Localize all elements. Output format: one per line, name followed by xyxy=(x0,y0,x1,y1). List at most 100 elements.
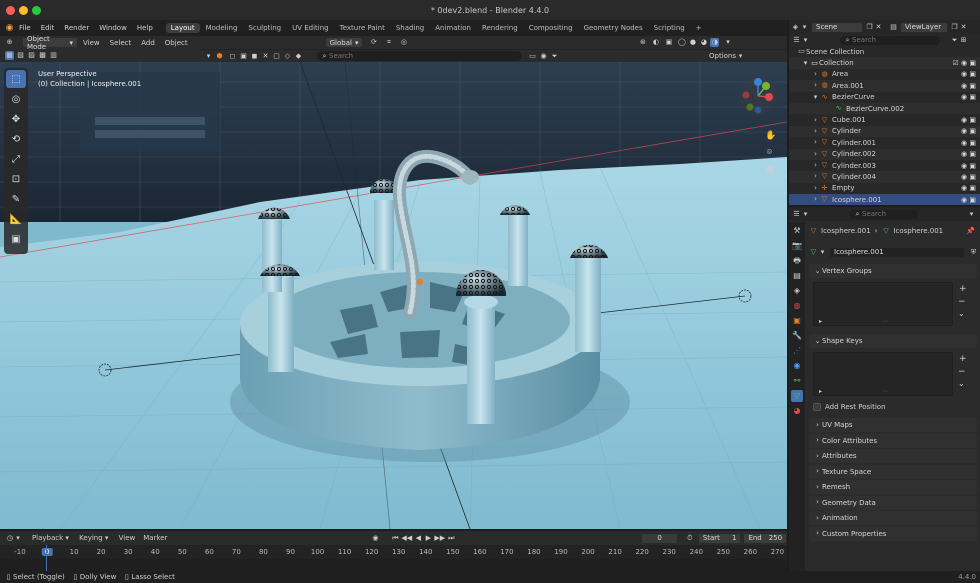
playback-menu[interactable]: Playback xyxy=(32,534,63,542)
expand-chevron-icon[interactable]: › xyxy=(811,127,820,136)
visibility-toggle-icon[interactable]: ◉ ▣ xyxy=(961,150,976,158)
pivot-icon[interactable]: ⟳ xyxy=(369,38,378,47)
perspective-grid-icon[interactable]: ▦ xyxy=(765,166,774,175)
mesh-icon[interactable]: ▣ xyxy=(239,52,248,61)
expand-chevron-icon[interactable]: › xyxy=(811,150,820,159)
cursor-tool-icon[interactable]: ◎ xyxy=(6,90,26,108)
record-icon[interactable]: ◉ xyxy=(371,534,379,543)
select-intersect-icon[interactable]: ▥ xyxy=(49,51,58,60)
visibility-toggle-icon[interactable]: ◉ ▣ xyxy=(961,116,976,124)
shape-keys-list[interactable]: ▸ ⋯ xyxy=(813,352,953,396)
filter-icon[interactable]: ⏷ xyxy=(550,52,559,61)
menu-help[interactable]: Help xyxy=(132,24,158,32)
3d-viewport[interactable]: User Perspective (0) Collection | Icosph… xyxy=(0,62,787,529)
start-frame-field[interactable]: Start 1 xyxy=(697,532,742,544)
empty-icon[interactable]: ✕ xyxy=(261,52,270,61)
panel-uv-maps[interactable]: › UV Maps xyxy=(809,418,977,432)
add-rest-position-checkbox[interactable] xyxy=(813,402,821,411)
measure-tool-icon[interactable]: 📐 xyxy=(6,210,26,228)
tab-output-icon[interactable]: 🖶 xyxy=(791,255,803,267)
object-types-icon[interactable]: ⬢ xyxy=(215,52,224,61)
add-workspace-icon[interactable]: + xyxy=(691,23,707,33)
expand-chevron-icon[interactable]: › xyxy=(811,184,820,193)
outliner-item[interactable]: › ▽ Cylinder.001 ◉ ▣ xyxy=(789,137,980,148)
next-keyframe-icon[interactable]: ▶▶ xyxy=(434,534,445,543)
menu-render[interactable]: Render xyxy=(59,24,94,32)
visibility-toggle-icon[interactable]: ◉ ▣ xyxy=(961,93,976,101)
end-frame-field[interactable]: End 250 xyxy=(743,532,788,544)
overlays-icon[interactable]: ◐ xyxy=(651,38,660,47)
menu-view[interactable]: View xyxy=(78,39,105,47)
shape-key-menu-icon[interactable]: ⌄ xyxy=(958,379,965,388)
move-tool-icon[interactable]: ✥ xyxy=(6,110,26,128)
outliner-search[interactable]: ⌕ Search xyxy=(840,35,940,45)
tab-modifier-icon[interactable]: 🔧 xyxy=(791,330,803,342)
outliner-item[interactable]: › ◍ Area.001 ◉ ▣ xyxy=(789,80,980,92)
options-dropdown[interactable]: Options xyxy=(709,52,736,60)
outliner-item[interactable]: ▾ ∿ BezierCurve ◉ ▣ xyxy=(789,92,980,103)
prev-keyframe-icon[interactable]: ◀◀ xyxy=(401,534,412,543)
minimize-window-button[interactable] xyxy=(19,6,28,15)
select-box-tool-icon[interactable]: ⬚ xyxy=(6,70,26,88)
list-resize-handle[interactable]: ⋯ xyxy=(882,388,888,395)
collection-checkbox[interactable]: ☑ ◉ ▣ xyxy=(953,59,976,67)
expand-chevron-icon[interactable]: › xyxy=(811,81,820,90)
select-new-icon[interactable]: ▦ xyxy=(5,51,14,60)
remove-vertex-group-icon[interactable]: − xyxy=(958,297,966,307)
clock-icon[interactable]: ◷ xyxy=(6,534,14,543)
visibility-toggle-icon[interactable]: ◉ ▣ xyxy=(961,70,976,78)
outliner-collection[interactable]: ▾ ▭ Collection ☑ ◉ ▣ xyxy=(789,57,980,69)
tab-rendering[interactable]: Rendering xyxy=(477,23,523,33)
properties-search[interactable]: ⌕ Search xyxy=(850,209,918,219)
other-icon[interactable]: ◆ xyxy=(294,52,303,61)
mesh-name-field[interactable]: Icosphere.001 xyxy=(829,246,965,258)
tab-modeling[interactable]: Modeling xyxy=(201,23,243,33)
outliner-scene-collection[interactable]: ▭ Scene Collection xyxy=(789,46,980,57)
play-reverse-icon[interactable]: ◀ xyxy=(414,534,422,543)
visibility-toggle-icon[interactable]: ◉ ▣ xyxy=(961,127,976,135)
play-icon[interactable]: ▶ xyxy=(424,534,432,543)
toggle-icon[interactable]: ▭ xyxy=(528,52,537,61)
filter-icon[interactable]: ⏷ xyxy=(950,36,959,45)
delete-view-layer-icon[interactable]: ✕ xyxy=(959,23,968,32)
expand-chevron-icon[interactable]: › xyxy=(811,70,820,79)
tab-object-icon[interactable]: ▣ xyxy=(791,315,803,327)
new-scene-icon[interactable]: ❐ xyxy=(865,23,874,32)
select-extend-icon[interactable]: ▧ xyxy=(16,51,25,60)
outliner-item[interactable]: › ▽ Cylinder.004 ◉ ▣ xyxy=(789,171,980,183)
maximize-window-button[interactable] xyxy=(32,6,41,15)
chevron-down-icon[interactable]: ▾ xyxy=(818,248,827,257)
snap-icon[interactable]: ⌗ xyxy=(384,38,393,47)
editor-type-icon[interactable]: ⊕ xyxy=(5,38,14,47)
properties-editor-icon[interactable]: ☰ xyxy=(792,210,801,219)
tab-layout[interactable]: Layout xyxy=(165,23,200,33)
tab-shading[interactable]: Shading xyxy=(391,23,429,33)
keying-menu[interactable]: Keying xyxy=(79,534,103,542)
shading-material-icon[interactable]: ◕ xyxy=(699,38,708,47)
panel-remesh[interactable]: › Remesh xyxy=(809,480,977,494)
tab-data-icon[interactable]: ▽ xyxy=(791,390,803,402)
vertex-group-menu-icon[interactable]: ⌄ xyxy=(958,309,965,318)
outliner-item[interactable]: › ▽ Cylinder ◉ ▣ xyxy=(789,125,980,138)
menu-object[interactable]: Object xyxy=(160,39,193,47)
outliner-item[interactable]: › ▽ Icosphere.001 ◉ ▣ xyxy=(789,194,980,206)
panel-shape-keys[interactable]: ⌄ Shape Keys xyxy=(809,334,977,348)
chevron-down-icon[interactable]: ▾ xyxy=(801,210,810,219)
visibility-toggle-icon[interactable]: ◉ ▣ xyxy=(961,196,976,204)
proportional-edit-icon[interactable]: ◎ xyxy=(399,38,408,47)
chevron-down-icon[interactable]: ▾ xyxy=(800,23,809,32)
panel-texture-space[interactable]: › Texture Space xyxy=(809,464,977,479)
chevron-down-icon[interactable]: ▾ xyxy=(204,52,213,61)
menu-add[interactable]: Add xyxy=(136,39,160,47)
scene-dropdown[interactable]: Scene xyxy=(811,21,863,33)
panel-animation[interactable]: › Animation xyxy=(809,511,977,525)
delete-scene-icon[interactable]: ✕ xyxy=(874,23,883,32)
tab-world-icon[interactable]: ◍ xyxy=(791,300,803,312)
expand-chevron-icon[interactable]: › xyxy=(811,161,820,170)
annotate-tool-icon[interactable]: ✎ xyxy=(6,190,26,208)
visibility-toggle-icon[interactable]: ◉ ▣ xyxy=(961,173,976,181)
fake-user-shield-icon[interactable]: ⛨ xyxy=(969,248,978,257)
menu-file[interactable]: File xyxy=(14,24,36,32)
menu-select[interactable]: Select xyxy=(105,39,137,47)
navigation-gizmo[interactable] xyxy=(738,76,778,116)
